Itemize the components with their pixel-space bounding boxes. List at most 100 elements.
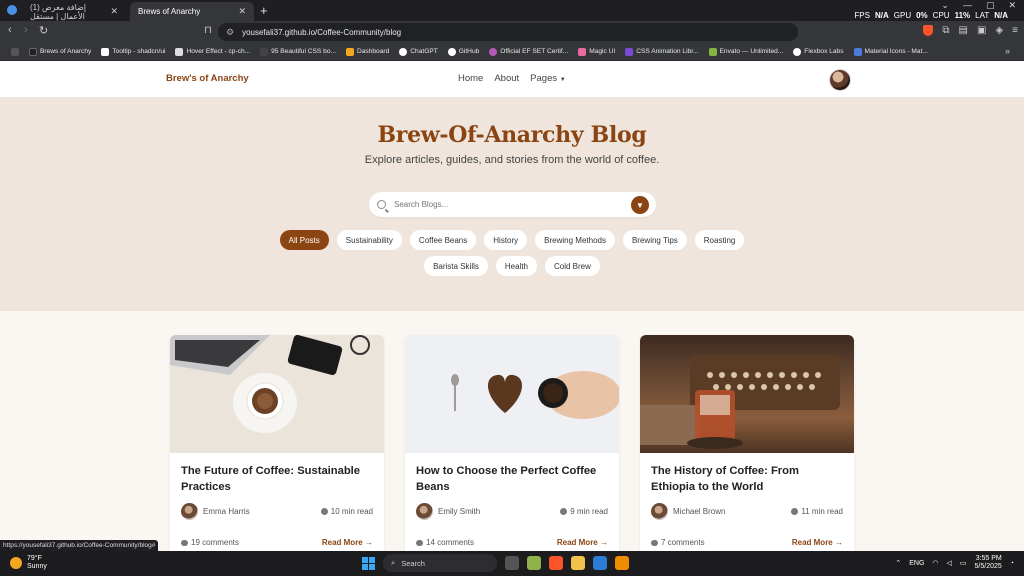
author-name: Emma Harris	[203, 507, 250, 516]
battery-icon[interactable]: ▭	[960, 559, 967, 567]
windows-start-icon[interactable]	[362, 556, 375, 570]
read-time: 9 min read	[560, 507, 608, 516]
nav-pages-label: Pages	[530, 73, 558, 84]
close-tab-icon[interactable]: ✕	[110, 6, 118, 17]
bookmark-label: Brews of Anarchy	[40, 48, 92, 55]
address-bar[interactable]: ⚙ yousefali37.github.io/Coffee-Community…	[218, 23, 798, 41]
nav-home[interactable]: Home	[458, 73, 483, 84]
category-chip-cold-brew[interactable]: Cold Brew	[545, 256, 600, 276]
vpn-icon[interactable]: ◈	[995, 25, 1003, 36]
brave-shield-icon[interactable]	[923, 25, 934, 36]
bookmark-item[interactable]: Material Icons - Mat...	[849, 47, 933, 56]
post-author: Emily Smith	[416, 503, 480, 520]
bookmark-item[interactable]: CSS Animation Libr...	[620, 47, 703, 56]
post-author: Emma Harris	[181, 503, 250, 520]
category-chip-sustainability[interactable]: Sustainability	[336, 230, 402, 250]
bookmark-label: Magic UI	[589, 48, 616, 55]
bookmark-item[interactable]: Brews of Anarchy	[24, 47, 96, 56]
system-clock[interactable]: 3:55 PM 5/5/2025	[975, 555, 1002, 571]
blog-hero: Brew-Of-Anarchy Blog Explore articles, g…	[0, 98, 1024, 311]
bookmark-item[interactable]: Hover Effect - cp-ch...	[170, 47, 255, 56]
close-tab-icon[interactable]: ✕	[238, 6, 246, 17]
chevron-right-icon[interactable]: »	[1005, 46, 1010, 56]
site-brand[interactable]: Brew's of Anarchy	[166, 73, 249, 84]
reload-icon[interactable]: ↻	[39, 24, 48, 37]
blog-card[interactable]: How to Choose the Perfect Coffee Beans E…	[405, 335, 619, 565]
read-more-label: Read More	[321, 538, 363, 547]
search-input[interactable]	[394, 200, 614, 209]
read-time: 11 min read	[791, 507, 843, 516]
browser-menu-icon[interactable]	[7, 5, 17, 15]
file-explorer-icon[interactable]	[571, 556, 585, 570]
language-indicator[interactable]: ENG	[909, 560, 924, 567]
filter-button[interactable]: ▼	[631, 196, 649, 214]
taskbar-search[interactable]: ⌕ Search	[383, 554, 497, 572]
new-tab-button[interactable]: +	[260, 3, 268, 18]
post-title[interactable]: How to Choose the Perfect Coffee Beans	[416, 463, 610, 495]
blog-card[interactable]: The Future of Coffee: Sustainable Practi…	[170, 335, 384, 565]
site-settings-icon[interactable]: ⚙	[226, 27, 234, 38]
bookmark-item[interactable]: Dashboard	[341, 47, 394, 56]
category-chip-all-posts[interactable]: All Posts	[279, 230, 329, 250]
bookmark-label: CSS Animation Libr...	[636, 48, 699, 55]
post-title[interactable]: The Future of Coffee: Sustainable Practi…	[181, 463, 375, 495]
category-chip-health[interactable]: Health	[495, 256, 537, 276]
arrow-right-icon: →	[600, 538, 608, 547]
user-avatar[interactable]	[829, 69, 851, 91]
bookmark-icon[interactable]: ⊓	[204, 25, 212, 36]
category-chip-brewing-tips[interactable]: Brewing Tips	[622, 230, 687, 250]
bookmark-item[interactable]: Tooltip - shadcn/ui	[96, 47, 170, 56]
category-chip-roasting[interactable]: Roasting	[694, 230, 745, 250]
sidebar-icon[interactable]: ▤	[959, 25, 968, 36]
vscode-icon[interactable]	[593, 556, 607, 570]
bookmark-item[interactable]: Envato — Unlimited...	[704, 47, 789, 56]
nav-about[interactable]: About	[494, 73, 519, 84]
author-name: Emily Smith	[438, 507, 481, 516]
bookmark-label: Envato — Unlimited...	[719, 48, 784, 55]
chevron-down-icon[interactable]: ⌄	[941, 0, 949, 11]
brave-browser-icon[interactable]	[549, 556, 563, 570]
read-more-link[interactable]: Read More →	[557, 538, 608, 547]
wallet-icon[interactable]: ▣	[977, 25, 986, 36]
bookmark-item[interactable]: Official EF SET Certif...	[484, 47, 573, 56]
category-chip-coffee-beans[interactable]: Coffee Beans	[409, 230, 477, 250]
bookmark-item[interactable]: Flexbox Labs	[788, 47, 848, 56]
clock-icon	[791, 508, 799, 515]
blog-card[interactable]: The History of Coffee: From Ethiopia to …	[640, 335, 854, 565]
bookmark-item[interactable]: Magic UI	[573, 47, 620, 56]
maximize-button[interactable]: ▢	[986, 0, 995, 11]
back-icon[interactable]: ‹	[8, 24, 12, 36]
apps-icon[interactable]	[6, 47, 24, 56]
read-more-link[interactable]: Read More →	[322, 538, 373, 547]
blog-search: ▼	[369, 192, 656, 217]
nav-pages[interactable]: Pages ▼	[530, 73, 566, 84]
bookmark-item[interactable]: GitHub	[443, 47, 485, 56]
menu-icon[interactable]: ≡	[1012, 25, 1018, 36]
read-more-link[interactable]: Read More →	[792, 538, 843, 547]
chevron-up-icon[interactable]: ⌃	[895, 559, 901, 567]
volume-icon[interactable]: ◁	[947, 559, 952, 567]
tab-inactive[interactable]: (1) إضافة معرض الأعمال | مستقل ✕	[22, 2, 126, 21]
forward-icon[interactable]: ›	[24, 24, 28, 36]
category-chip-brewing-methods[interactable]: Brewing Methods	[535, 230, 615, 250]
category-chip-barista-skills[interactable]: Barista Skills	[424, 256, 488, 276]
extensions-icon[interactable]: ⧉	[942, 25, 949, 36]
close-window-button[interactable]: ✕	[1008, 0, 1016, 11]
vlc-icon[interactable]	[615, 556, 629, 570]
task-view-icon[interactable]	[505, 556, 519, 570]
bookmark-item[interactable]: ChatGPT	[394, 47, 442, 56]
tab-active[interactable]: Brews of Anarchy ✕	[130, 2, 254, 21]
category-chip-history[interactable]: History	[484, 230, 528, 250]
post-title[interactable]: The History of Coffee: From Ethiopia to …	[651, 463, 845, 495]
author-avatar	[416, 503, 433, 520]
wifi-icon[interactable]: ◠	[932, 559, 938, 567]
notification-bell-icon[interactable]: ◔	[1010, 560, 1014, 567]
widgets-app-icon[interactable]	[527, 556, 541, 570]
weather-condition: Sunny	[27, 563, 47, 570]
minimize-button[interactable]: —	[963, 0, 972, 11]
nav-links: Home About Pages ▼	[458, 73, 566, 84]
read-time: 10 min read	[320, 507, 373, 516]
fps-value: N/A	[874, 11, 889, 20]
bookmark-item[interactable]: 95 Beautiful CSS bo...	[255, 47, 341, 56]
weather-widget[interactable]: 79°F Sunny	[10, 555, 47, 571]
